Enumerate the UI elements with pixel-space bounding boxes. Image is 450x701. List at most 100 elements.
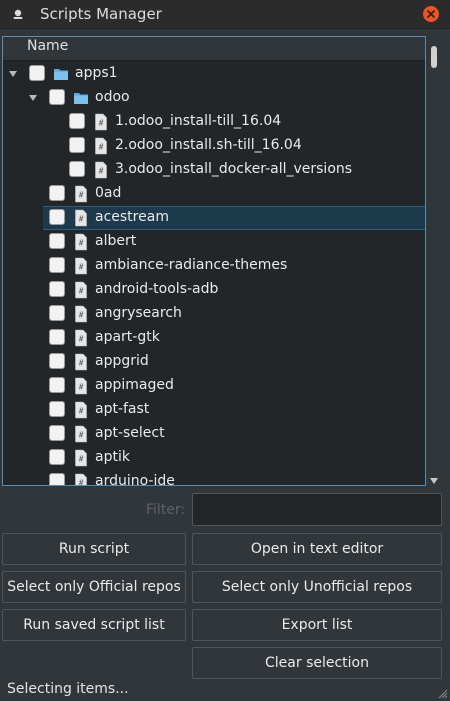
item-checkbox[interactable] — [49, 305, 65, 321]
run-saved-script-list-button[interactable]: Run saved script list — [2, 609, 186, 641]
tree-script-row[interactable]: # angrysearch — [3, 302, 425, 326]
filter-label: Filter: — [146, 502, 186, 518]
item-checkbox[interactable] — [49, 233, 65, 249]
tree-folder-row[interactable]: apps1 — [3, 62, 425, 86]
close-button[interactable] — [423, 6, 439, 22]
run-script-button[interactable]: Run script — [2, 533, 186, 565]
script-file-icon: # — [75, 377, 87, 395]
script-file-icon: # — [75, 233, 87, 251]
item-checkbox[interactable] — [49, 473, 65, 485]
tree-item-label: 3.odoo_install_docker-all_versions — [115, 161, 353, 177]
expand-arrow-icon[interactable] — [9, 71, 17, 77]
tree-script-row[interactable]: # apt-select — [3, 422, 425, 446]
status-text: Selecting items... — [7, 681, 129, 697]
select-unofficial-repos-button[interactable]: Select only Unofficial repos — [192, 571, 442, 603]
tree-script-row[interactable]: # aptik — [3, 446, 425, 470]
script-file-icon: # — [75, 449, 87, 467]
tree-script-row[interactable]: # acestream — [3, 206, 425, 230]
svg-text:#: # — [79, 287, 84, 296]
export-list-button[interactable]: Export list — [192, 609, 442, 641]
tree-item-label: arduino-ide — [95, 473, 175, 486]
resize-grip-icon[interactable] — [436, 687, 448, 699]
tree-item-label: apart-gtk — [95, 329, 160, 345]
script-file-icon: # — [75, 329, 87, 347]
svg-text:#: # — [79, 215, 84, 224]
app-icon — [13, 9, 23, 19]
tree-script-row[interactable]: #2.odoo_install.sh-till_16.04 — [3, 134, 425, 158]
open-in-text-editor-button[interactable]: Open in text editor — [192, 533, 442, 565]
item-checkbox[interactable] — [29, 65, 45, 81]
filter-input[interactable] — [192, 493, 442, 526]
tree-script-row[interactable]: # android-tools-adb — [3, 278, 425, 302]
item-checkbox[interactable] — [49, 257, 65, 273]
folder-icon — [54, 69, 68, 80]
item-checkbox[interactable] — [69, 161, 85, 177]
svg-text:#: # — [79, 407, 84, 416]
scripts-manager-window: Scripts Manager Name apps1 odoo #1.odoo_in… — [0, 0, 450, 701]
column-header-name: Name — [27, 38, 69, 54]
tree-folder-row[interactable]: odoo — [3, 86, 425, 110]
item-checkbox[interactable] — [69, 113, 85, 129]
svg-text:#: # — [79, 191, 84, 200]
tree-script-row[interactable]: # appimaged — [3, 374, 425, 398]
tree-item-label: odoo — [95, 89, 130, 105]
tree-script-row[interactable]: #1.odoo_install-till_16.04 — [3, 110, 425, 134]
tree-header[interactable]: Name — [3, 37, 425, 61]
item-checkbox[interactable] — [49, 449, 65, 465]
script-file-icon: # — [75, 257, 87, 275]
tree-script-row[interactable]: #3.odoo_install_docker-all_versions — [3, 158, 425, 182]
svg-text:#: # — [79, 263, 84, 272]
script-file-icon: # — [75, 281, 87, 299]
item-checkbox[interactable] — [49, 329, 65, 345]
script-file-icon: # — [75, 473, 87, 487]
item-checkbox[interactable] — [69, 137, 85, 153]
tree-item-label: 1.odoo_install-till_16.04 — [115, 113, 282, 129]
tree-item-label: apt-fast — [95, 401, 150, 417]
script-file-icon: # — [75, 185, 87, 203]
scripts-tree[interactable]: Name apps1 odoo #1.odoo_install-till_16.04… — [2, 36, 426, 486]
item-checkbox[interactable] — [49, 425, 65, 441]
tree-script-row[interactable]: # albert — [3, 230, 425, 254]
tree-item-label: apps1 — [75, 65, 118, 81]
item-checkbox[interactable] — [49, 281, 65, 297]
tree-item-label: appimaged — [95, 377, 174, 393]
tree-script-row[interactable]: # appgrid — [3, 350, 425, 374]
clear-selection-button[interactable]: Clear selection — [192, 647, 442, 679]
tree-script-row[interactable]: # apart-gtk — [3, 326, 425, 350]
title-bar[interactable]: Scripts Manager — [0, 0, 450, 29]
tree-item-label: acestream — [95, 209, 169, 225]
script-file-icon: # — [75, 401, 87, 419]
tree-scrollbar[interactable] — [426, 44, 442, 486]
folder-icon — [74, 93, 88, 104]
tree-item-label: ambiance-radiance-themes — [95, 257, 288, 273]
item-checkbox[interactable] — [49, 185, 65, 201]
script-file-icon: # — [75, 353, 87, 371]
item-checkbox[interactable] — [49, 353, 65, 369]
item-checkbox[interactable] — [49, 209, 65, 225]
svg-text:#: # — [79, 479, 84, 487]
item-checkbox[interactable] — [49, 401, 65, 417]
script-file-icon: # — [75, 209, 87, 227]
svg-text:#: # — [99, 119, 104, 128]
tree-script-row[interactable]: # ambiance-radiance-themes — [3, 254, 425, 278]
scroll-down-arrow-icon[interactable] — [430, 478, 438, 484]
expand-arrow-icon[interactable] — [29, 95, 37, 101]
svg-text:#: # — [79, 335, 84, 344]
select-official-repos-button[interactable]: Select only Official repos — [2, 571, 186, 603]
svg-text:#: # — [79, 239, 84, 248]
tree-item-label: android-tools-adb — [95, 281, 219, 297]
item-checkbox[interactable] — [49, 89, 65, 105]
item-checkbox[interactable] — [49, 377, 65, 393]
script-file-icon: # — [95, 137, 107, 155]
svg-text:#: # — [79, 311, 84, 320]
scrollbar-thumb[interactable] — [431, 46, 437, 68]
tree-script-row[interactable]: #0ad — [3, 182, 425, 206]
tree-item-label: aptik — [95, 449, 130, 465]
svg-text:#: # — [79, 383, 84, 392]
tree-script-row[interactable]: # apt-fast — [3, 398, 425, 422]
svg-text:#: # — [99, 167, 104, 176]
script-file-icon: # — [95, 113, 107, 131]
script-file-icon: # — [75, 425, 87, 443]
tree-item-label: apt-select — [95, 425, 165, 441]
tree-script-row[interactable]: # arduino-ide — [3, 470, 425, 487]
